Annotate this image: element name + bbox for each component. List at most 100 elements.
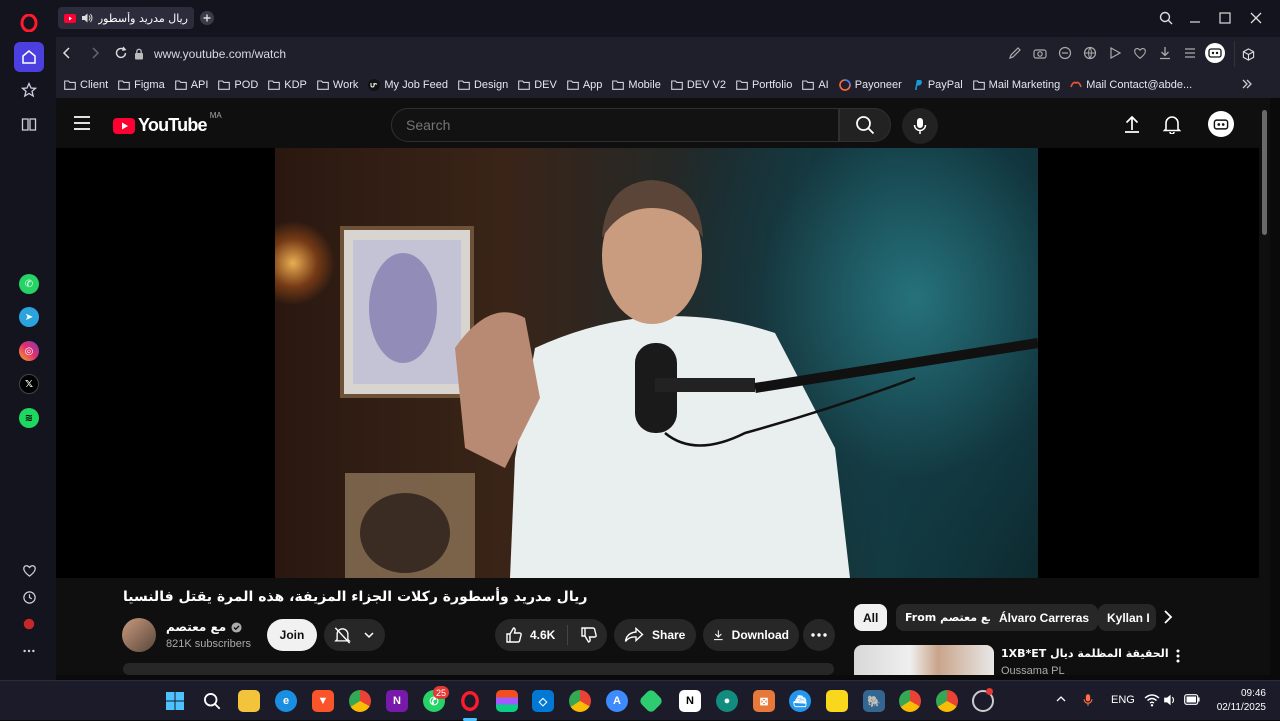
youtube-logo[interactable]: YouTube MA: [113, 111, 222, 136]
app-store-icon[interactable]: A: [606, 690, 628, 712]
tab-youtube[interactable]: ريال مدريد وأسطورة ركلات: [58, 7, 194, 29]
close-window-button[interactable]: [1248, 10, 1264, 26]
instagram-icon[interactable]: ◎: [19, 341, 39, 361]
upload-button[interactable]: [1123, 115, 1141, 133]
edit-icon[interactable]: [1008, 46, 1022, 60]
sidebar-more-button[interactable]: [14, 636, 44, 666]
vpn-badge-icon[interactable]: [1083, 46, 1097, 60]
maximize-button[interactable]: [1217, 10, 1233, 26]
bookmark-pod[interactable]: POD: [218, 79, 258, 91]
battery-icon[interactable]: [1184, 694, 1200, 705]
notion-icon[interactable]: N: [679, 690, 701, 712]
chrome-canary-icon[interactable]: [936, 690, 958, 712]
url-field[interactable]: www.youtube.com/watch: [134, 42, 434, 66]
bookmark-client[interactable]: Client: [64, 79, 108, 91]
scrollbar-thumb[interactable]: [1262, 110, 1267, 235]
figma-icon[interactable]: [496, 690, 518, 712]
bookmark-mail-marketing[interactable]: Mail Marketing: [972, 79, 1060, 91]
bookmark-my-job-feed[interactable]: My Job Feed: [368, 78, 448, 91]
dislike-button[interactable]: [568, 626, 610, 644]
bookmarks-overflow-button[interactable]: [1240, 77, 1254, 91]
sublime-app-icon[interactable]: ⊠: [753, 690, 775, 712]
sidebar-speed-dial-button[interactable]: [14, 75, 44, 105]
video-frame[interactable]: [275, 148, 1038, 578]
minimize-button[interactable]: [1187, 10, 1203, 26]
subscribed-notifications-button[interactable]: [324, 619, 385, 651]
join-button[interactable]: Join: [267, 619, 317, 651]
bookmark-heart-icon[interactable]: [1133, 46, 1147, 60]
file-explorer-icon[interactable]: [238, 690, 260, 712]
search-button[interactable]: [839, 108, 891, 142]
diamond-app-icon[interactable]: [638, 688, 664, 714]
bookmark-dev-v2[interactable]: DEV V2: [670, 79, 726, 91]
bookmark-mail-contact-abde[interactable]: Mail Contact@abde...: [1070, 79, 1192, 91]
account-avatar[interactable]: [1208, 111, 1234, 137]
opera-taskbar-icon[interactable]: [459, 690, 481, 712]
easy-setup-menu-icon[interactable]: [1183, 46, 1197, 60]
bookmark-payoneer[interactable]: Payoneer: [838, 79, 902, 91]
download-icon[interactable]: [1158, 46, 1172, 60]
tab-search-button[interactable]: [1158, 10, 1174, 26]
chip-all[interactable]: All: [854, 604, 888, 631]
recommended-more-button[interactable]: [1176, 649, 1180, 663]
onenote-icon[interactable]: N: [386, 690, 408, 712]
tray-overflow-icon[interactable]: [1055, 694, 1067, 704]
adblock-shield-icon[interactable]: [1058, 46, 1072, 60]
brave-browser-icon[interactable]: ▼: [312, 690, 334, 712]
whatsapp-icon[interactable]: ✆: [19, 274, 39, 294]
vscode-icon[interactable]: ◇: [532, 690, 554, 712]
video-player[interactable]: [56, 148, 1260, 578]
postgres-icon[interactable]: 🐘: [863, 690, 885, 712]
audio-playing-icon[interactable]: [81, 12, 93, 24]
chrome-icon[interactable]: [349, 690, 371, 712]
whatsapp-business-icon[interactable]: ●: [716, 690, 738, 712]
voice-search-button[interactable]: [902, 108, 938, 144]
chrome-profile-icon[interactable]: [569, 690, 591, 712]
spotify-icon[interactable]: ≋: [19, 408, 39, 428]
bookmark-mobile[interactable]: Mobile: [612, 79, 661, 91]
camera-icon[interactable]: [1033, 46, 1047, 60]
docker-icon[interactable]: ⛴: [789, 690, 811, 712]
notifications-button[interactable]: [1163, 115, 1181, 134]
channel-name[interactable]: مع معتصم: [166, 620, 226, 634]
language-indicator[interactable]: ENG: [1111, 694, 1135, 706]
like-button[interactable]: 4.6K: [495, 625, 569, 645]
chip-from-channel[interactable]: From مع معتصم: [896, 604, 1005, 631]
chips-next-button[interactable]: [1160, 609, 1176, 625]
taskbar-search-icon[interactable]: [201, 690, 223, 712]
search-input[interactable]: [391, 108, 839, 142]
bookmark-paypal[interactable]: PayPal: [912, 79, 963, 91]
new-tab-button[interactable]: [200, 11, 214, 25]
telegram-icon[interactable]: ➤: [19, 307, 39, 327]
sidebar-favorites-button[interactable]: [14, 555, 44, 585]
channel-avatar[interactable]: [122, 618, 156, 652]
bookmark-work[interactable]: Work: [317, 79, 358, 91]
clock[interactable]: 09:46 02/11/2025: [1206, 687, 1266, 715]
extensions-cube-icon[interactable]: [1234, 41, 1262, 67]
volume-icon[interactable]: [1163, 693, 1177, 707]
forward-button[interactable]: [88, 46, 102, 60]
bookmark-app[interactable]: App: [566, 79, 602, 91]
sidebar-home-button[interactable]: [14, 42, 44, 72]
bookmark-portfolio[interactable]: Portfolio: [736, 79, 792, 91]
download-button[interactable]: Download: [703, 619, 799, 651]
recommended-thumbnail[interactable]: [854, 645, 994, 675]
recommended-title[interactable]: الحقيقة المظلمة ديال 1XB*ET: [1001, 647, 1181, 660]
reload-button[interactable]: [114, 46, 128, 60]
x-twitter-icon[interactable]: 𝕏: [19, 374, 39, 394]
bookmark-dev[interactable]: DEV: [518, 79, 557, 91]
bookmark-design[interactable]: Design: [458, 79, 508, 91]
opera-menu-button[interactable]: [14, 8, 44, 38]
profile-avatar-icon[interactable]: [1205, 43, 1225, 63]
chrome-dev-icon[interactable]: [899, 690, 921, 712]
sidebar-vpn-button[interactable]: [14, 609, 44, 639]
bookmark-ai[interactable]: AI: [802, 79, 829, 91]
description-box[interactable]: [123, 663, 834, 675]
windows-start-icon[interactable]: [164, 690, 186, 712]
player-play-icon[interactable]: [1108, 46, 1122, 60]
back-button[interactable]: [60, 46, 74, 60]
more-actions-button[interactable]: [803, 619, 835, 651]
bookmark-api[interactable]: API: [174, 79, 208, 91]
edge-browser-icon[interactable]: e: [275, 690, 297, 712]
mic-tray-icon[interactable]: [1083, 692, 1093, 708]
